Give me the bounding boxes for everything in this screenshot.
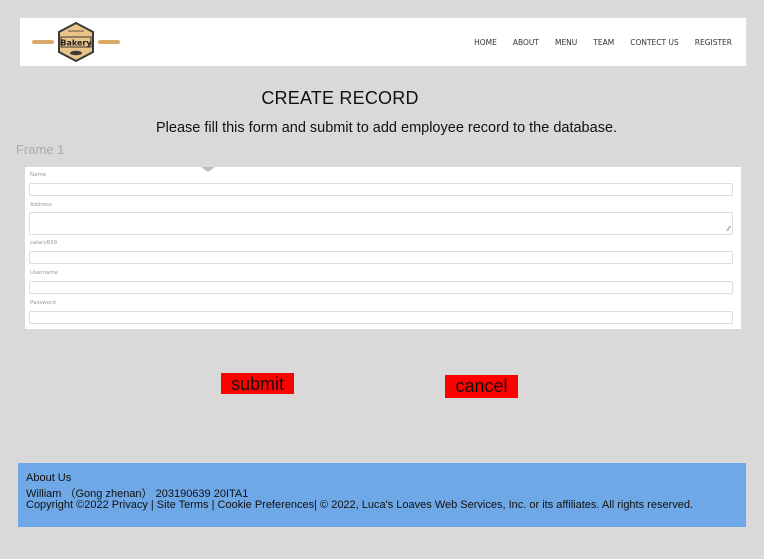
salary-input[interactable] — [29, 251, 733, 264]
nav-link-menu[interactable]: MENU — [555, 38, 577, 47]
password-input[interactable] — [29, 311, 733, 324]
name-input[interactable] — [29, 183, 733, 196]
bakery-logo[interactable]: Bakery — [30, 21, 122, 63]
nav-link-contact[interactable]: CONTECT US — [630, 38, 679, 47]
footer: About Us William （Gong zhenan） 203190639… — [18, 463, 746, 527]
footer-copyright: Copyright ©2022 Privacy | Site Terms | C… — [26, 499, 694, 511]
navbar: Bakery HOME ABOUT MENU TEAM CONTECT US R… — [20, 18, 746, 66]
nav-link-about[interactable]: ABOUT — [513, 38, 539, 47]
nav-link-register[interactable]: REGISTER — [695, 38, 732, 47]
salary-label: salary839 — [30, 240, 58, 246]
logo-text: Bakery — [60, 39, 92, 48]
page-subtitle: Please fill this form and submit to add … — [156, 120, 618, 136]
password-label: Password — [30, 300, 56, 306]
address-textarea[interactable]: ⁄⁄ — [29, 212, 733, 235]
address-label: Address — [30, 202, 52, 208]
nav-links: HOME ABOUT MENU TEAM CONTECT US REGISTER — [474, 18, 732, 66]
name-label: Name — [30, 172, 47, 178]
record-form: Name Address ⁄⁄ salary839 Username Passw… — [25, 167, 741, 329]
submit-button[interactable]: submit — [221, 373, 294, 394]
nav-link-home[interactable]: HOME — [474, 38, 497, 47]
nav-link-team[interactable]: TEAM — [593, 38, 614, 47]
page-title: CREATE RECORD — [261, 88, 419, 108]
resize-handle-icon[interactable]: ⁄⁄ — [728, 226, 730, 233]
cancel-button[interactable]: cancel — [445, 375, 518, 398]
username-input[interactable] — [29, 281, 733, 294]
frame-label: Frame 1 — [16, 142, 65, 157]
footer-about-link[interactable]: About Us — [26, 472, 71, 484]
username-label: Username — [30, 270, 59, 276]
frame-marker-icon — [201, 167, 215, 172]
